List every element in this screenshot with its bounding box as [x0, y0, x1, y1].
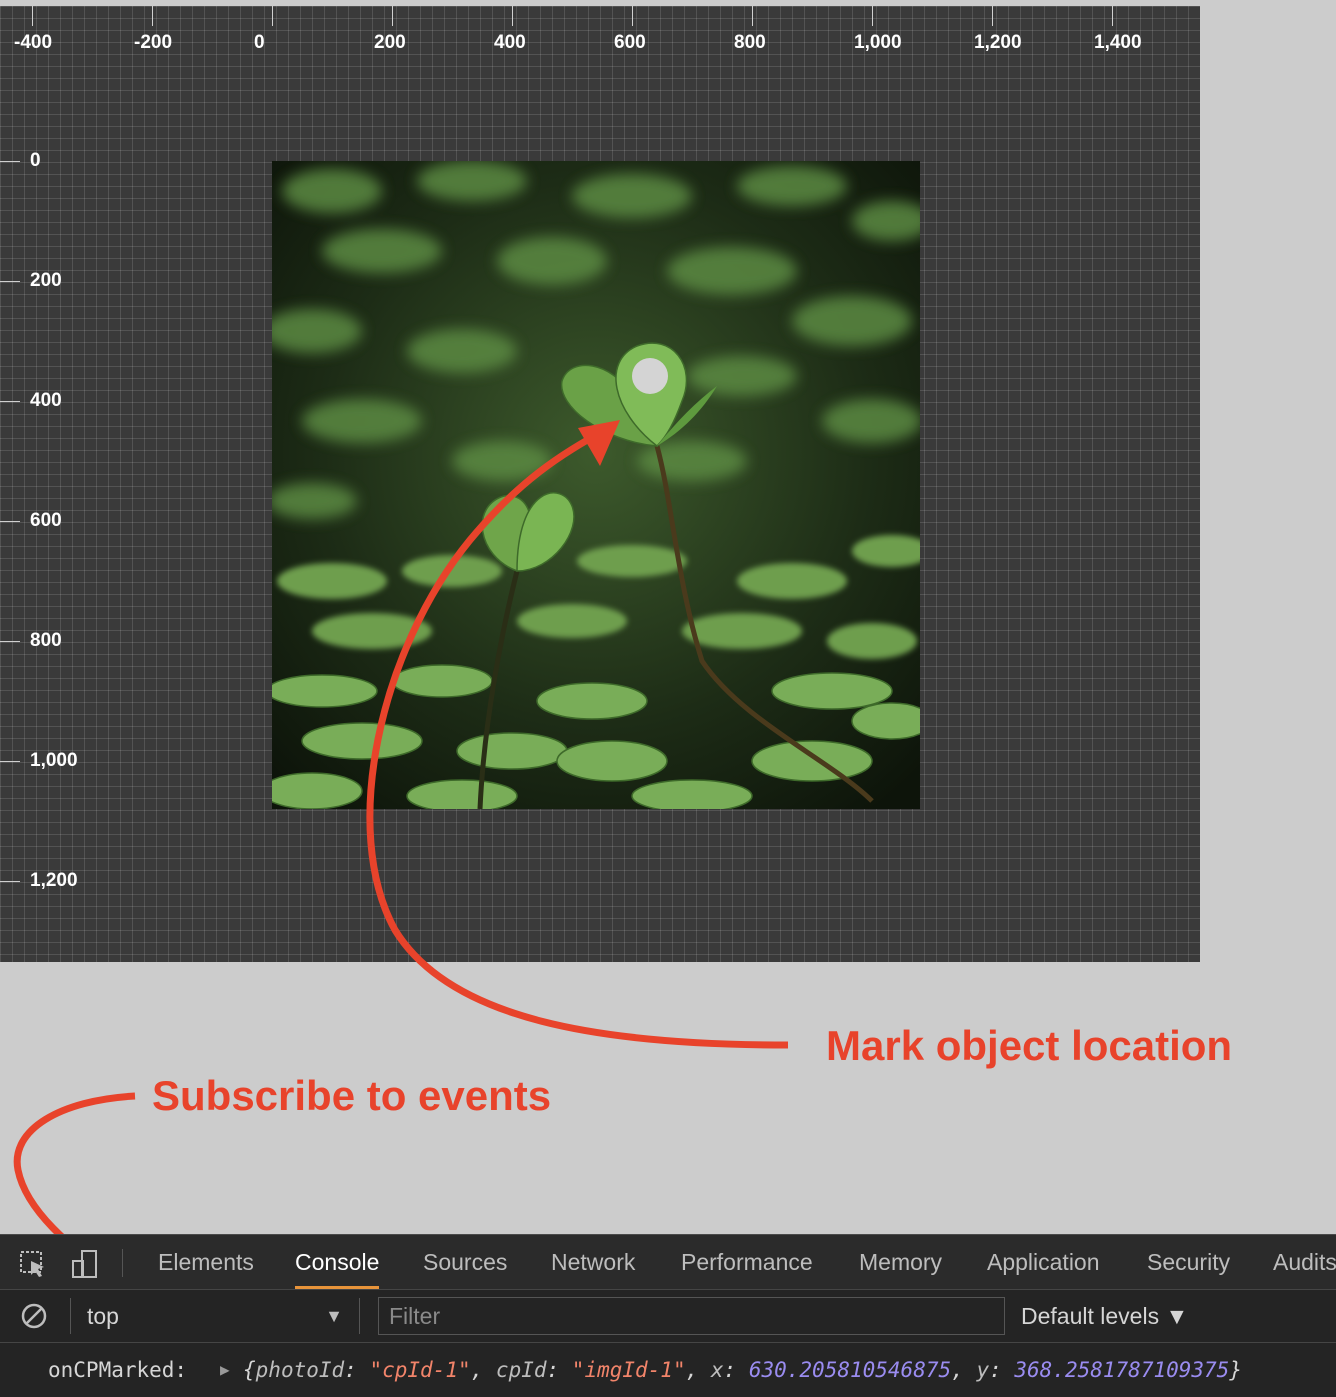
y-value: 368.2581787109375 — [1014, 1358, 1230, 1382]
y-ruler-tick — [0, 641, 20, 642]
log-label: onCPMarked: — [48, 1358, 188, 1382]
y-ruler-tick — [0, 161, 20, 162]
photo-id-value: "cpId-1" — [369, 1358, 471, 1382]
context-selector[interactable]: top ▼ — [70, 1298, 360, 1334]
x-ruler-label: 600 — [614, 32, 646, 53]
tab-sources[interactable]: Sources — [423, 1247, 507, 1289]
x-ruler-label: 0 — [254, 32, 265, 53]
tab-elements[interactable]: Elements — [158, 1247, 254, 1289]
tab-separator — [122, 1249, 123, 1277]
y-key: y — [976, 1358, 990, 1382]
tab-network[interactable]: Network — [551, 1247, 635, 1289]
y-ruler-label: 1,200 — [30, 870, 78, 891]
console-toolbar: top ▼ Default levels ▼ — [0, 1290, 1336, 1343]
x-ruler-label: 1,400 — [1094, 32, 1142, 53]
x-ruler-label: -400 — [14, 32, 53, 53]
x-ruler-label: -200 — [134, 32, 173, 53]
x-ruler-label: 400 — [494, 32, 526, 53]
tab-security[interactable]: Security — [1147, 1247, 1230, 1289]
inspect-element-icon[interactable] — [18, 1249, 48, 1279]
log-levels-dropdown[interactable]: Default levels ▼ — [1021, 1298, 1188, 1334]
x-ruler-tick — [1112, 6, 1113, 26]
canvas-area[interactable]: -400 -200 0 200 400 600 800 1,000 1,200 1,400 0 20… — [0, 6, 1200, 962]
x-ruler-label: 200 — [374, 32, 406, 53]
x-ruler-label: 800 — [734, 32, 766, 53]
x-ruler-tick — [512, 6, 513, 26]
subscribe-events-annotation: Subscribe to events — [152, 1072, 552, 1119]
y-ruler-label: 600 — [30, 510, 62, 531]
x-key: x — [710, 1358, 724, 1382]
tab-application[interactable]: Application — [987, 1247, 1100, 1289]
devtools-tab-bar: Elements Console Sources Network Perform… — [0, 1235, 1336, 1290]
mark-location-annotation: Mark object location — [826, 1022, 1233, 1069]
x-ruler-tick — [272, 6, 273, 26]
y-ruler-label: 400 — [30, 390, 62, 411]
x-value: 630.205810546875 — [748, 1358, 952, 1382]
devtools-panel: Elements Console Sources Network Perform… — [0, 1234, 1336, 1397]
log-object[interactable]: {photoId: "cpId-1", cpId: "imgId-1", x: … — [243, 1343, 1242, 1397]
y-ruler-tick — [0, 881, 20, 882]
y-ruler-label: 0 — [30, 150, 41, 171]
y-ruler-label: 800 — [30, 630, 62, 651]
x-ruler-tick — [872, 6, 873, 26]
console-message: onCPMarked: ▶ {photoId: "cpId-1", cpId: … — [0, 1343, 1336, 1397]
y-ruler-tick — [0, 281, 20, 282]
tab-performance[interactable]: Performance — [681, 1247, 813, 1289]
context-value: top — [87, 1303, 119, 1329]
clear-console-icon[interactable] — [20, 1302, 48, 1330]
filter-input[interactable] — [378, 1297, 1005, 1335]
y-ruler-tick — [0, 401, 20, 402]
tab-memory[interactable]: Memory — [859, 1247, 942, 1289]
y-ruler-tick — [0, 521, 20, 522]
dropdown-arrow-icon: ▼ — [325, 1306, 343, 1326]
y-ruler-tick — [0, 761, 20, 762]
x-ruler-tick — [632, 6, 633, 26]
y-ruler-label: 1,000 — [30, 750, 78, 771]
photo-id-key: photoId — [255, 1358, 345, 1382]
device-toolbar-icon[interactable] — [70, 1249, 100, 1279]
y-ruler-label: 200 — [30, 270, 62, 291]
x-ruler-label: 1,000 — [854, 32, 902, 53]
x-ruler-tick — [392, 6, 393, 26]
x-ruler-tick — [752, 6, 753, 26]
photo-image[interactable] — [272, 161, 920, 809]
x-ruler-tick — [152, 6, 153, 26]
x-ruler-label: 1,200 — [974, 32, 1022, 53]
marked-point[interactable] — [632, 358, 668, 394]
cp-id-value: "imgId-1" — [571, 1358, 686, 1382]
clover-photo — [272, 161, 920, 809]
tab-console[interactable]: Console — [295, 1247, 380, 1289]
x-ruler-tick — [992, 6, 993, 26]
x-ruler-tick — [32, 6, 33, 26]
tab-audits[interactable]: Audits — [1273, 1247, 1336, 1289]
expand-triangle-icon[interactable]: ▶ — [220, 1343, 230, 1397]
cp-id-key: cpId — [495, 1358, 547, 1382]
